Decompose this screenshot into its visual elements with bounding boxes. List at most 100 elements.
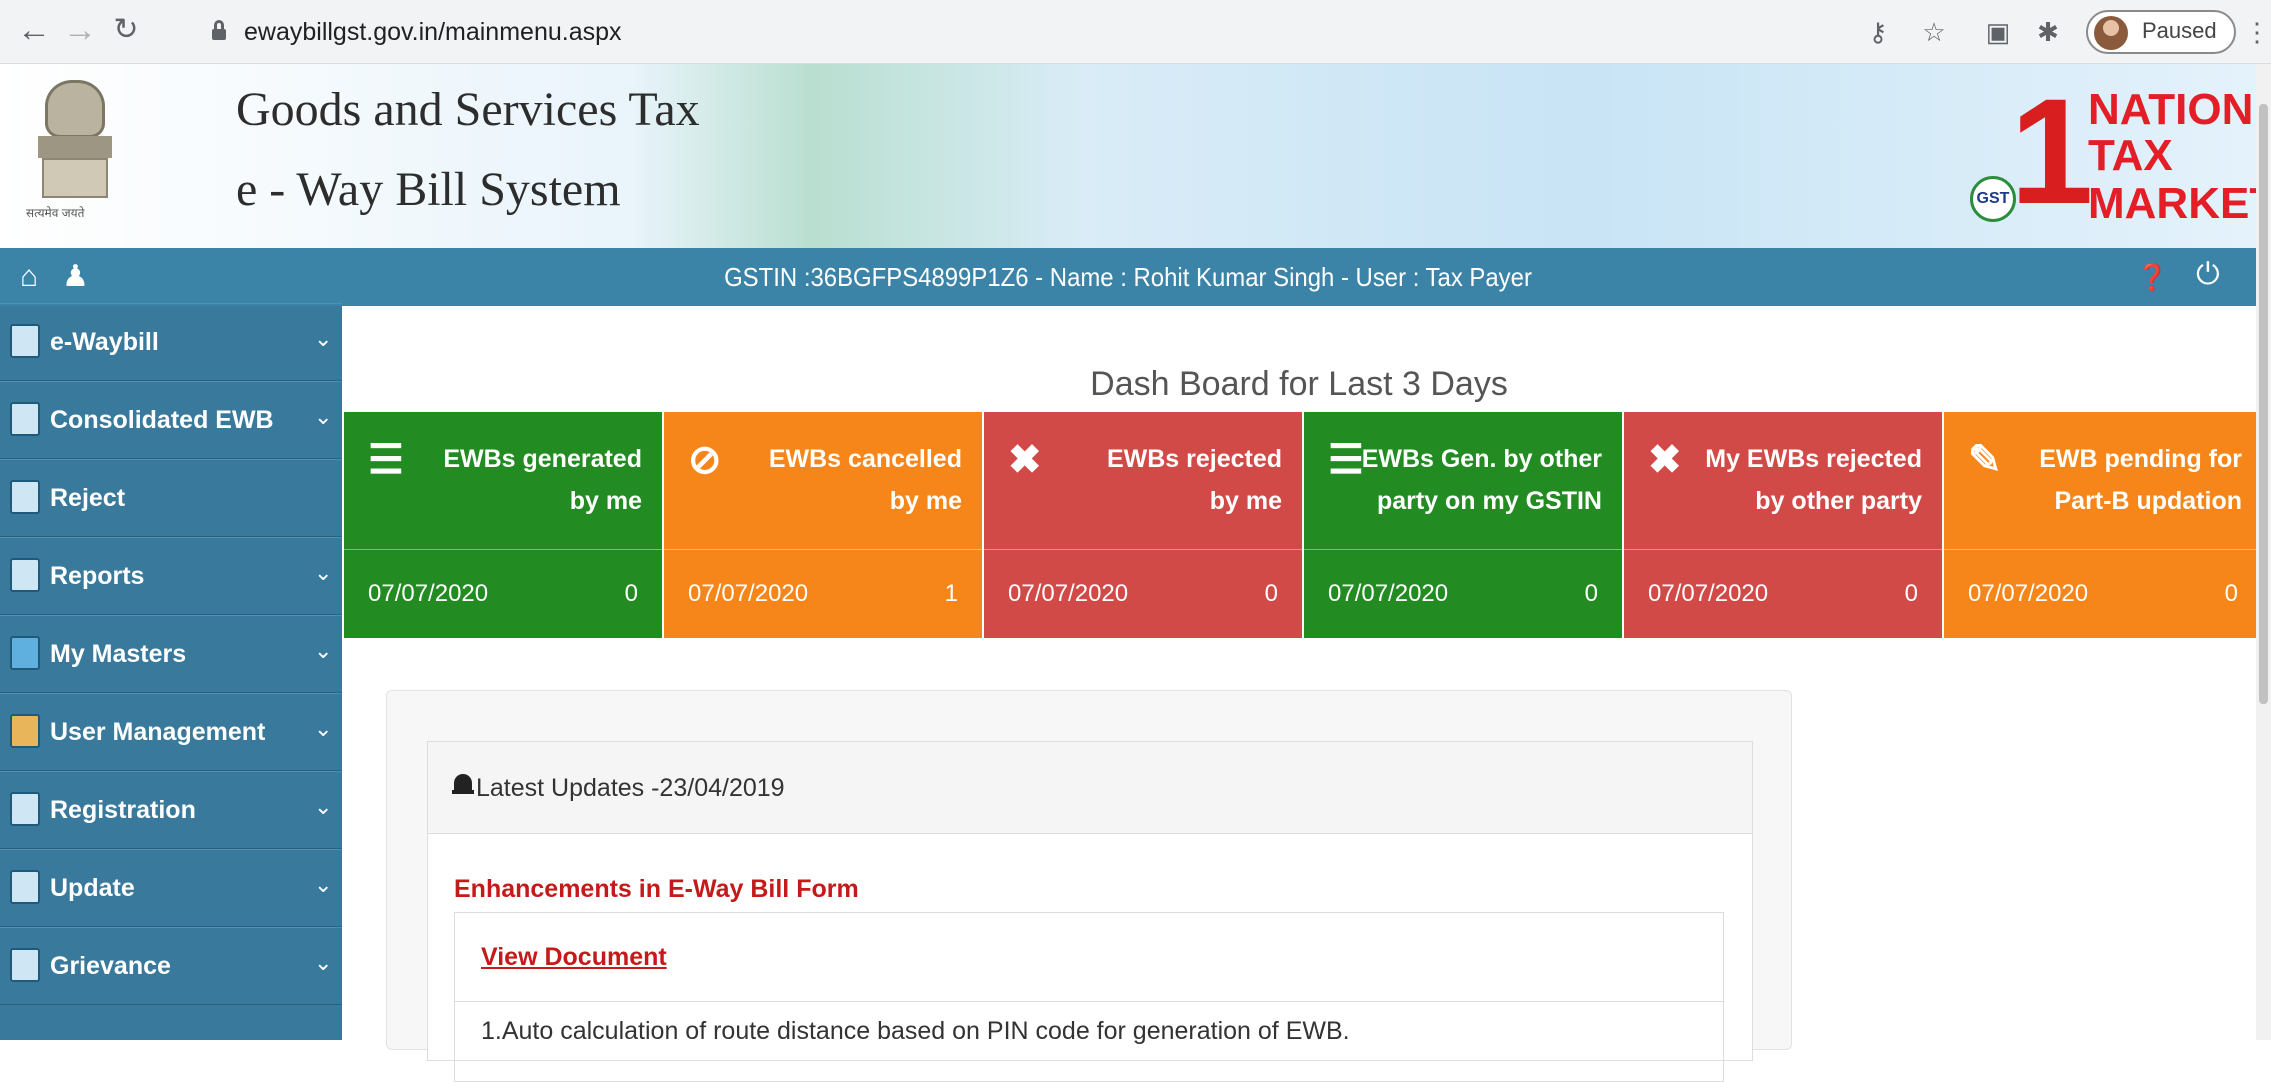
enhancements-box: View Document 1.Auto calculation of rout… <box>454 912 1724 1082</box>
sidebar-item-label: Registration <box>50 796 196 824</box>
forward-icon[interactable]: → <box>60 10 100 50</box>
key-icon[interactable]: ⚷ <box>1860 14 1896 50</box>
list-icon: ☰ <box>368 438 404 482</box>
dashboard-card[interactable]: ⊘ EWBs cancelled by me 07/07/2020 1 <box>664 412 982 638</box>
card-count[interactable]: 1 <box>945 580 958 608</box>
sidebar-item-label: Consolidated EWB <box>50 406 274 434</box>
sidebar-item-consolidated-ewb[interactable]: Consolidated EWB ⌄ <box>0 381 342 459</box>
menu-icon[interactable]: ⋮ <box>2244 14 2270 50</box>
gstin-info: GSTIN :36BGFPS4899P1Z6 - Name : Rohit Ku… <box>724 262 1532 292</box>
divider <box>455 1001 1723 1002</box>
back-icon[interactable]: ← <box>14 10 54 50</box>
extension-icon[interactable]: ▣ <box>1980 14 2016 50</box>
one-nation-tax-market-logo: 1 NATION TAX MARKET GST <box>1970 72 2271 242</box>
card-date: 07/07/2020 <box>1328 580 1449 607</box>
sidebar-item-label: e-Waybill <box>50 328 159 356</box>
card-title: EWBs cancelled by me <box>768 445 962 515</box>
dashboard-card[interactable]: ✎ EWB pending for Part-B updation 07/07/20… <box>1944 412 2262 638</box>
lock-icon <box>212 20 226 40</box>
x-icon: ✖ <box>1648 438 1682 482</box>
updates-panel: Latest Updates -23/04/2019 Enhancements … <box>386 690 1792 1082</box>
x-icon: ✖ <box>1008 438 1042 482</box>
sidebar-item-label: Reject <box>50 484 126 512</box>
card-count[interactable]: 0 <box>2225 580 2238 608</box>
update-item: 1.Auto calculation of route distance bas… <box>481 1017 1350 1045</box>
card-date: 07/07/2020 <box>688 580 809 607</box>
edit-icon: ✎ <box>1968 438 2002 482</box>
chevron-down-icon: ⌄ <box>314 794 333 819</box>
chevron-down-icon: ⌄ <box>314 716 333 741</box>
sidebar-item-reject[interactable]: Reject <box>0 459 342 537</box>
national-emblem-icon: सत्यमेव जयते <box>20 76 130 226</box>
site-header: सत्यमेव जयते Goods and Services Tax e - … <box>0 64 2271 248</box>
profile-button[interactable]: Paused <box>2086 10 2236 54</box>
dashboard-card[interactable]: ✖ My EWBs rejected by other party 07/07/20… <box>1624 412 1942 638</box>
card-count[interactable]: 0 <box>625 580 638 608</box>
sidebar-item-update[interactable]: Update ⌄ <box>0 849 342 927</box>
chevron-down-icon: ⌄ <box>314 872 333 897</box>
card-date: 07/07/2020 <box>1968 580 2089 607</box>
sidebar-item-my-masters[interactable]: My Masters ⌄ <box>0 615 342 693</box>
browser-toolbar: ← → ↻ ewaybillgst.gov.in/mainmenu.aspx ⚷… <box>0 0 2271 64</box>
grievance-icon <box>10 948 40 982</box>
sidebar-item-e-waybill[interactable]: e-Waybill ⌄ <box>0 303 342 381</box>
address-bar[interactable]: ewaybillgst.gov.in/mainmenu.aspx <box>244 14 622 50</box>
card-date: 07/07/2020 <box>1648 580 1769 607</box>
card-count[interactable]: 0 <box>1585 580 1598 608</box>
latest-updates-box: Latest Updates -23/04/2019 Enhancements … <box>427 741 1753 1082</box>
card-title: EWBs Gen. by other party on my GSTIN <box>1361 445 1602 515</box>
card-count[interactable]: 0 <box>1265 580 1278 608</box>
card-count[interactable]: 0 <box>1905 580 1918 608</box>
card-title: My EWBs rejected by other party <box>1705 445 1922 515</box>
latest-updates-header: Latest Updates -23/04/2019 <box>428 742 1752 834</box>
power-icon[interactable]: ⏻ <box>2196 260 2220 290</box>
reject-doc-icon <box>10 480 40 514</box>
sidebar-item-label: Update <box>50 874 135 902</box>
card-title: EWBs rejected by me <box>1106 445 1282 515</box>
sidebar-item-label: My Masters <box>50 640 187 668</box>
card-title: EWBs generated by me <box>443 445 642 515</box>
chevron-down-icon: ⌄ <box>314 560 333 585</box>
help-icon[interactable]: ❓ <box>2136 262 2168 292</box>
avatar <box>2094 16 2128 50</box>
scrollbar-thumb[interactable] <box>2259 104 2268 704</box>
chevron-down-icon: ⌄ <box>314 326 333 351</box>
profile-status: Paused <box>2142 18 2217 43</box>
update-icon <box>10 870 40 904</box>
dashboard-card[interactable]: ✖ EWBs rejected by me 07/07/2020 0 <box>984 412 1302 638</box>
chevron-down-icon: ⌄ <box>314 404 333 429</box>
sidebar-item-label: User Management <box>50 718 266 746</box>
dashboard-card[interactable]: ☰ EWBs generated by me 07/07/2020 0 <box>344 412 662 638</box>
latest-updates-title: Latest Updates -23/04/2019 <box>476 774 785 802</box>
user-icon[interactable]: ♟ <box>62 262 89 292</box>
document-icon <box>10 324 40 358</box>
sidebar-item-grievance[interactable]: Grievance ⌄ <box>0 927 342 1005</box>
puzzle-icon[interactable]: ✱ <box>2030 14 2066 50</box>
sidebar-item-user-management[interactable]: User Management ⌄ <box>0 693 342 771</box>
user-info-bar: ⌂ ♟ GSTIN :36BGFPS4899P1Z6 - Name : Rohi… <box>0 248 2256 306</box>
header-title: Goods and Services Tax <box>236 83 700 136</box>
registration-icon <box>10 792 40 826</box>
chevron-down-icon: ⌄ <box>314 638 333 663</box>
scrollbar[interactable] <box>2256 64 2271 1040</box>
sidebar-item-reports[interactable]: Reports ⌄ <box>0 537 342 615</box>
view-document-link[interactable]: View Document <box>481 943 667 972</box>
chevron-down-icon: ⌄ <box>314 950 333 975</box>
sidebar-item-registration[interactable]: Registration ⌄ <box>0 771 342 849</box>
card-date: 07/07/2020 <box>1008 580 1129 607</box>
ban-icon: ⊘ <box>688 438 722 482</box>
sidebar-item-label: Grievance <box>50 952 171 980</box>
clipboard-icon <box>10 402 40 436</box>
bell-icon <box>452 772 474 798</box>
reload-icon[interactable]: ↻ <box>106 10 146 50</box>
sidebar-item-label: Reports <box>50 562 145 590</box>
report-icon <box>10 558 40 592</box>
dashboard-card[interactable]: ☰ EWBs Gen. by other party on my GSTIN 07/… <box>1304 412 1622 638</box>
star-icon[interactable]: ☆ <box>1916 14 1952 50</box>
home-icon[interactable]: ⌂ <box>20 262 38 292</box>
dashboard-title: Dash Board for Last 3 Days <box>1090 365 1508 403</box>
users-icon <box>10 714 40 748</box>
masters-icon <box>10 636 40 670</box>
sidebar: e-Waybill ⌄ Consolidated EWB ⌄ Reject Reports… <box>0 303 342 1040</box>
header-subtitle: e - Way Bill System <box>236 163 621 216</box>
